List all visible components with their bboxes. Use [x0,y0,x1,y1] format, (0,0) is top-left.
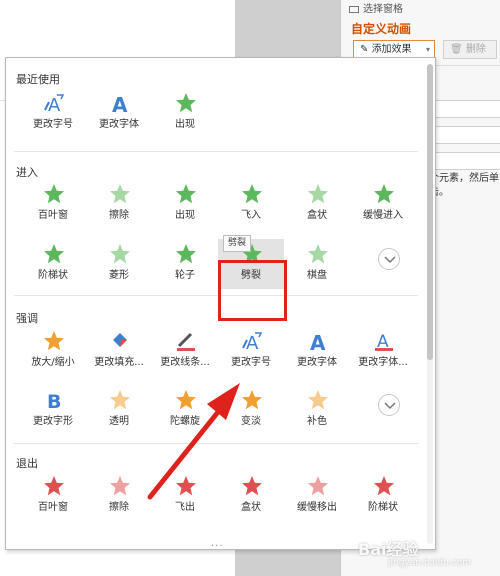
red-arrow [147,383,240,500]
watermark-logo: Bai经验 jingyan.baidu.com [358,540,472,568]
